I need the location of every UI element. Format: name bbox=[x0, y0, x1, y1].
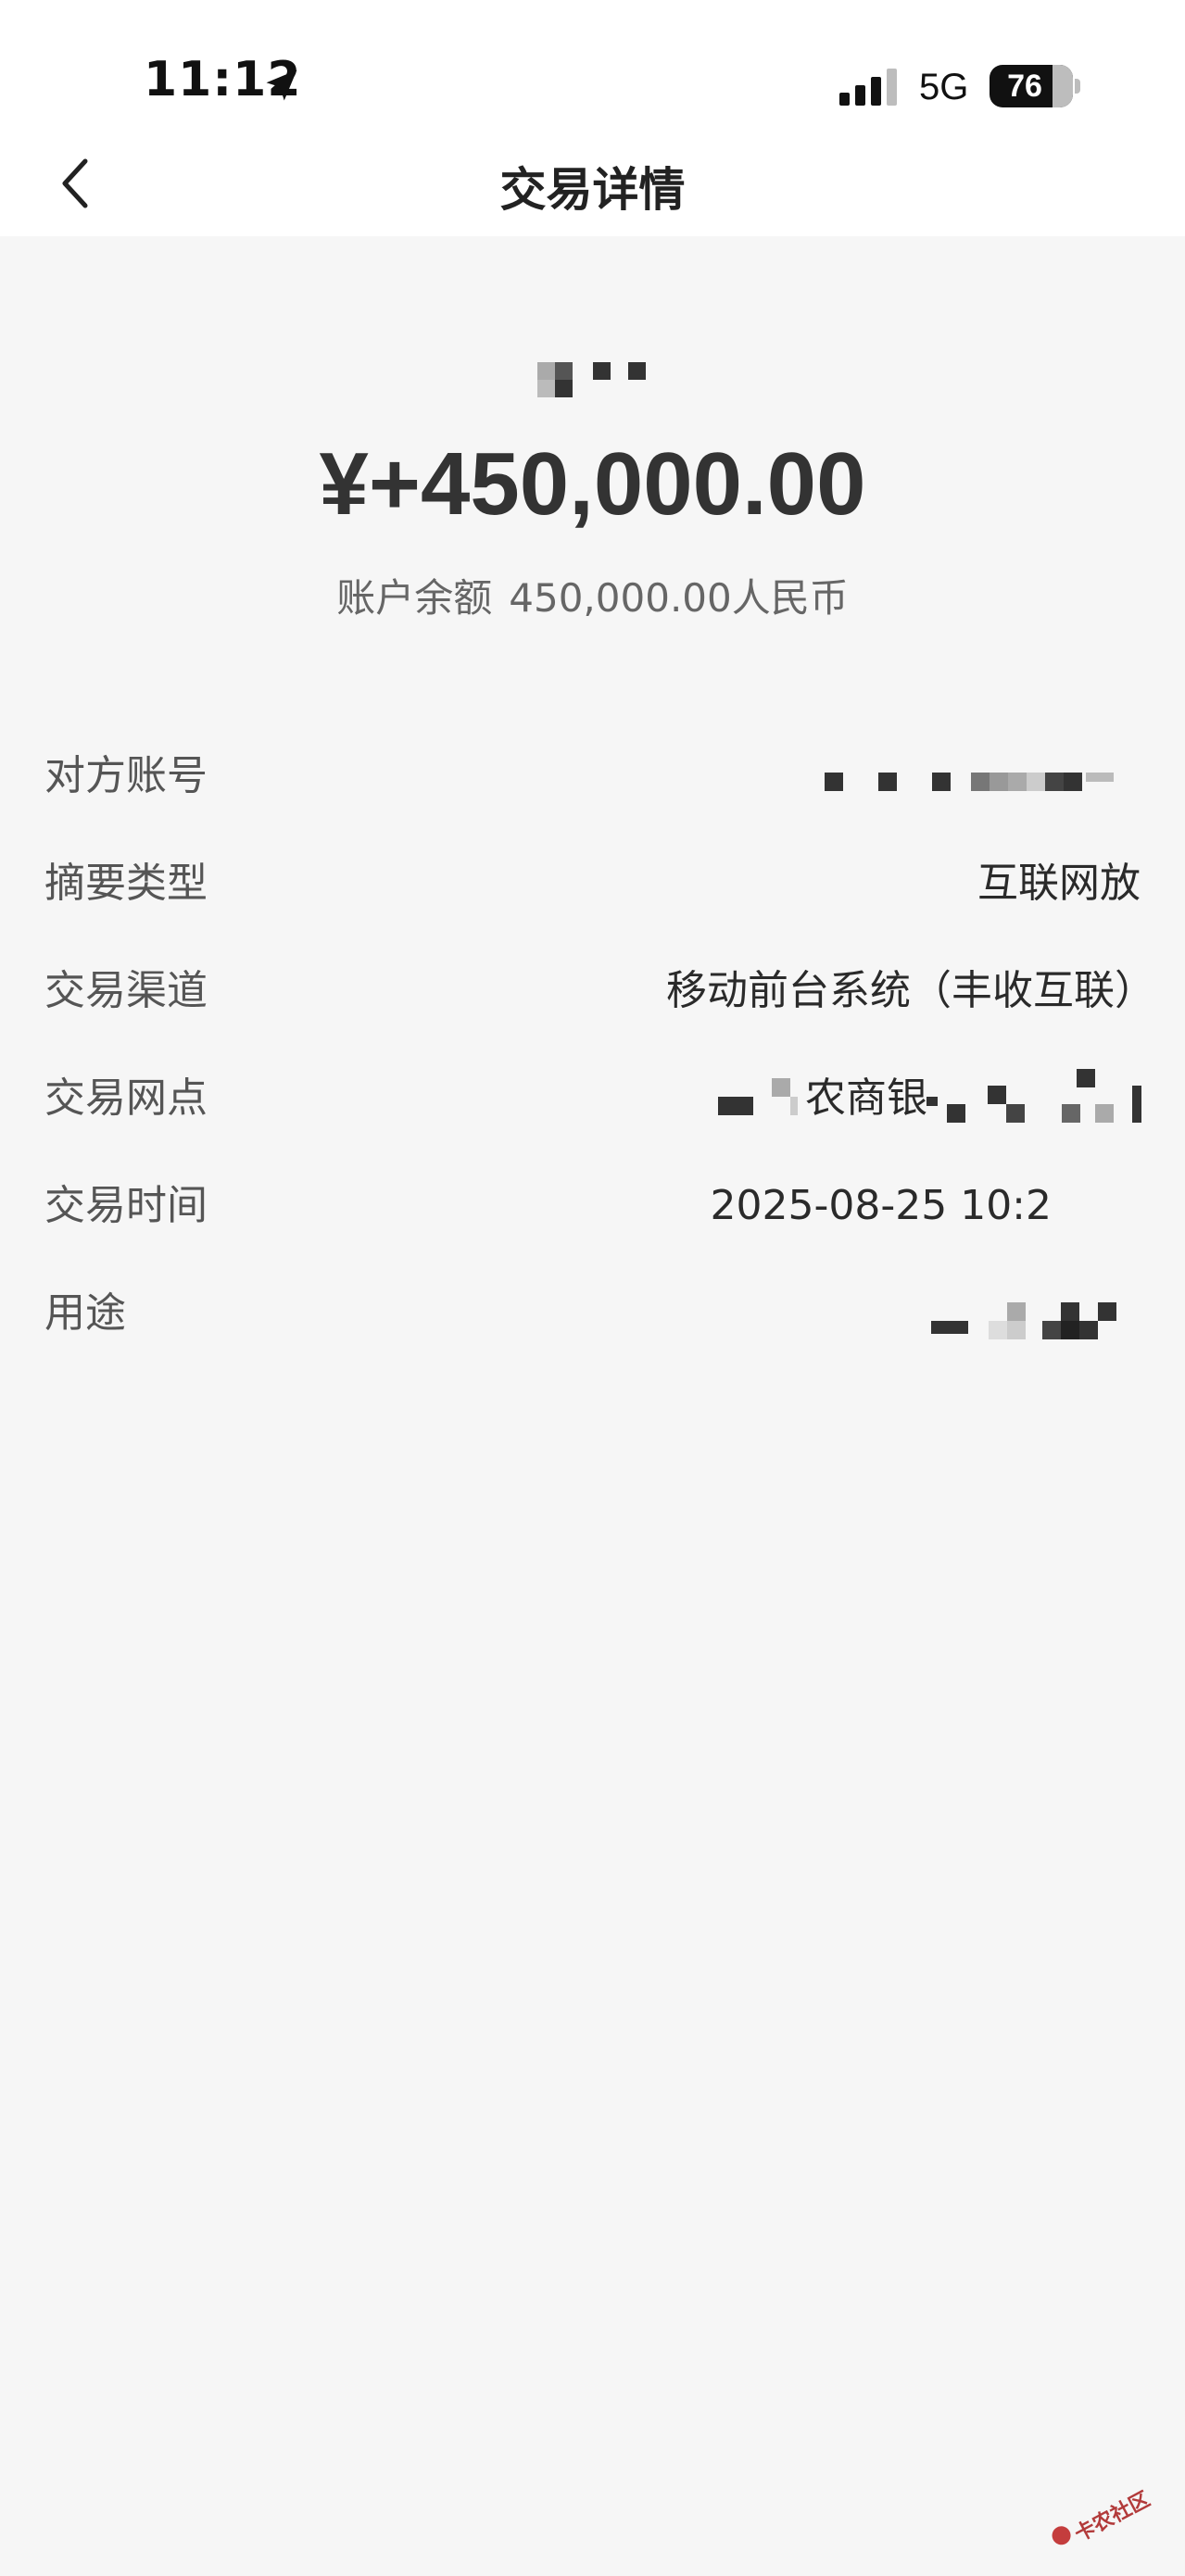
page-title: 交易详情 bbox=[499, 163, 686, 217]
detail-row-branch: 交易网点 农商银 bbox=[0, 1063, 1185, 1137]
detail-value: 2025-08-25 10:2 bbox=[710, 1182, 1053, 1229]
account-balance: 账户余额 450,000.00人民币 bbox=[0, 579, 1185, 618]
back-button[interactable] bbox=[41, 148, 115, 232]
detail-row-counterparty-account: 对方账号 bbox=[0, 741, 1185, 815]
battery-tip bbox=[1075, 79, 1080, 94]
detail-value: 互联网放 bbox=[977, 860, 1141, 907]
balance-value: 450,000.00人民币 bbox=[509, 575, 849, 621]
detail-row-summary-type: 摘要类型 互联网放 bbox=[0, 848, 1185, 923]
detail-value: 农商银 bbox=[805, 1074, 927, 1122]
battery-percent: 76 bbox=[1007, 69, 1042, 104]
status-bar: 11:12 5G 76 bbox=[0, 0, 1185, 148]
balance-label: 账户余额 bbox=[336, 575, 493, 621]
detail-label: 交易渠道 bbox=[44, 967, 208, 1014]
transaction-amount: ¥+450,000.00 bbox=[319, 434, 866, 534]
detail-row-purpose: 用途 bbox=[0, 1278, 1185, 1352]
detail-label: 对方账号 bbox=[44, 752, 208, 799]
watermark-logo-icon bbox=[1049, 2522, 1075, 2548]
counterparty-name-masked bbox=[537, 357, 649, 399]
detail-row-time: 交易时间 2025-08-25 10:2 bbox=[0, 1171, 1185, 1245]
detail-label: 交易网点 bbox=[44, 1074, 208, 1122]
masked-purpose bbox=[931, 1297, 1135, 1343]
detail-label: 交易时间 bbox=[44, 1182, 208, 1229]
battery-indicator: 76 bbox=[990, 65, 1073, 107]
location-arrow-icon bbox=[266, 69, 297, 101]
community-watermark: 卡农社区 bbox=[1041, 2465, 1170, 2574]
chevron-left-icon bbox=[62, 158, 88, 208]
detail-label: 摘要类型 bbox=[44, 860, 208, 907]
navigation-bar: 交易详情 bbox=[0, 148, 1185, 236]
watermark-text: 卡农社区 bbox=[1071, 2487, 1154, 2547]
detail-row-channel: 交易渠道 移动前台系统（丰收互联） bbox=[0, 956, 1185, 1030]
network-type-label: 5G bbox=[919, 67, 969, 107]
detail-value: 移动前台系统（丰收互联） bbox=[666, 967, 1155, 1014]
cellular-signal-icon bbox=[839, 69, 897, 106]
detail-label: 用途 bbox=[44, 1289, 126, 1337]
masked-branch-suffix bbox=[927, 1069, 1153, 1128]
masked-account-number bbox=[825, 760, 1144, 806]
